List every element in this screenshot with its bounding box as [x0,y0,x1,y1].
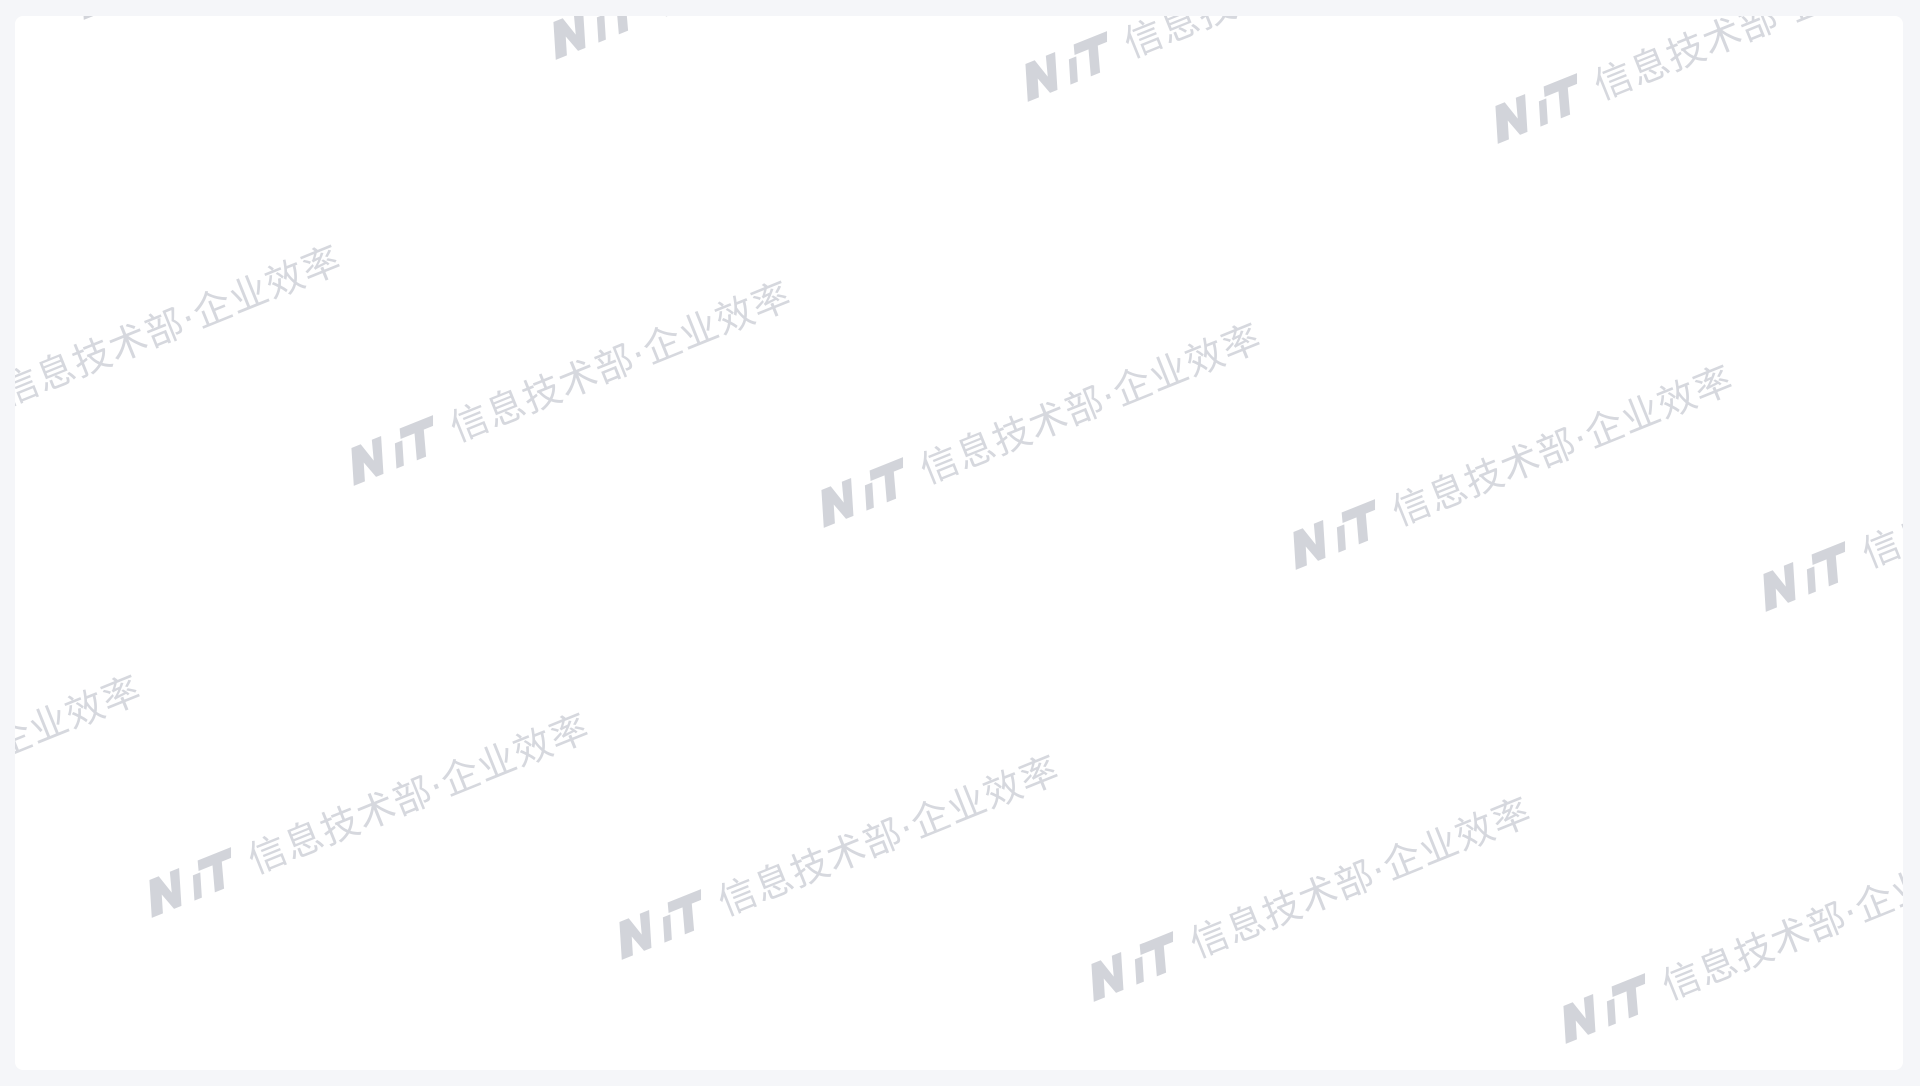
watermark-text: 信息技术部·企业效率 [1385,357,1740,535]
watermark-layer: 信息技术部·企业效率 信息技术部·企业效率 信息技术部·企业效率 信息技术部·企… [15,16,1903,1070]
watermark-text: 信息技术部·企业效率 [443,273,798,451]
content-panel: 信息技术部·企业效率 信息技术部·企业效率 信息技术部·企业效率 信息技术部·企… [15,16,1903,1070]
watermark: 信息技术部·企业效率 [15,229,349,459]
mit-logo-icon [1091,930,1173,1002]
watermark-text: 信息技术部·企业效率 [1655,831,1903,1009]
watermark: 信息技术部·企业效率 [15,659,149,889]
watermark-text: 信息技术部·企业效率 [1114,16,1472,68]
watermark: 信息技术部·企业效率 [1277,349,1741,579]
mit-logo-icon [351,414,433,486]
watermark-text: 信息技术部·企业效率 [642,16,1000,26]
mit-logo-icon [1763,540,1845,612]
watermark: 信息技术部·企业效率 [1479,16,1903,153]
watermark-text: 信息技术部·企业效率 [1855,399,1903,577]
watermark: 信息技术部·企业效率 [1547,823,1903,1053]
watermark: 信息技术部·企业效率 [65,16,529,29]
watermark: 信息技术部·企业效率 [805,307,1269,537]
mit-logo-icon [619,888,701,960]
page-frame: 信息技术部·企业效率 信息技术部·企业效率 信息技术部·企业效率 信息技术部·企… [0,0,1920,1086]
watermark: 信息技术部·企业效率 [133,697,597,927]
watermark: 信息技术部·企业效率 [335,265,799,495]
mit-logo-icon [553,16,635,60]
mit-logo-icon [1495,72,1577,144]
watermark: 信息技术部·企业效率 [603,739,1067,969]
watermark-text: 信息技术部·企业效率 [241,705,596,883]
watermark-text: 信息技术部·企业效率 [913,315,1268,493]
watermark-text: 信息技术部·企业效率 [15,237,348,415]
mit-logo-icon [821,456,903,528]
mit-logo-icon [1563,972,1645,1044]
watermark: 信息技术部·企业效率 [1075,781,1539,1011]
watermark: 信息技术部·企业效率 [1747,391,1903,621]
mit-logo-icon [149,846,231,918]
watermark: 信息技术部·企业效率 [1009,16,1473,111]
watermark-text: 信息技术部·企业效率 [1587,16,1903,109]
mit-logo-icon [1293,498,1375,570]
watermark-text: 信息技术部·企业效率 [15,667,148,845]
watermark-text: 信息技术部·企业效率 [711,747,1066,925]
watermark-text: 信息技术部·企业效率 [1183,789,1538,967]
mit-logo-icon [1025,30,1107,102]
mit-logo-icon [81,16,114,20]
watermark: 信息技术部·企业效率 [537,16,1001,69]
